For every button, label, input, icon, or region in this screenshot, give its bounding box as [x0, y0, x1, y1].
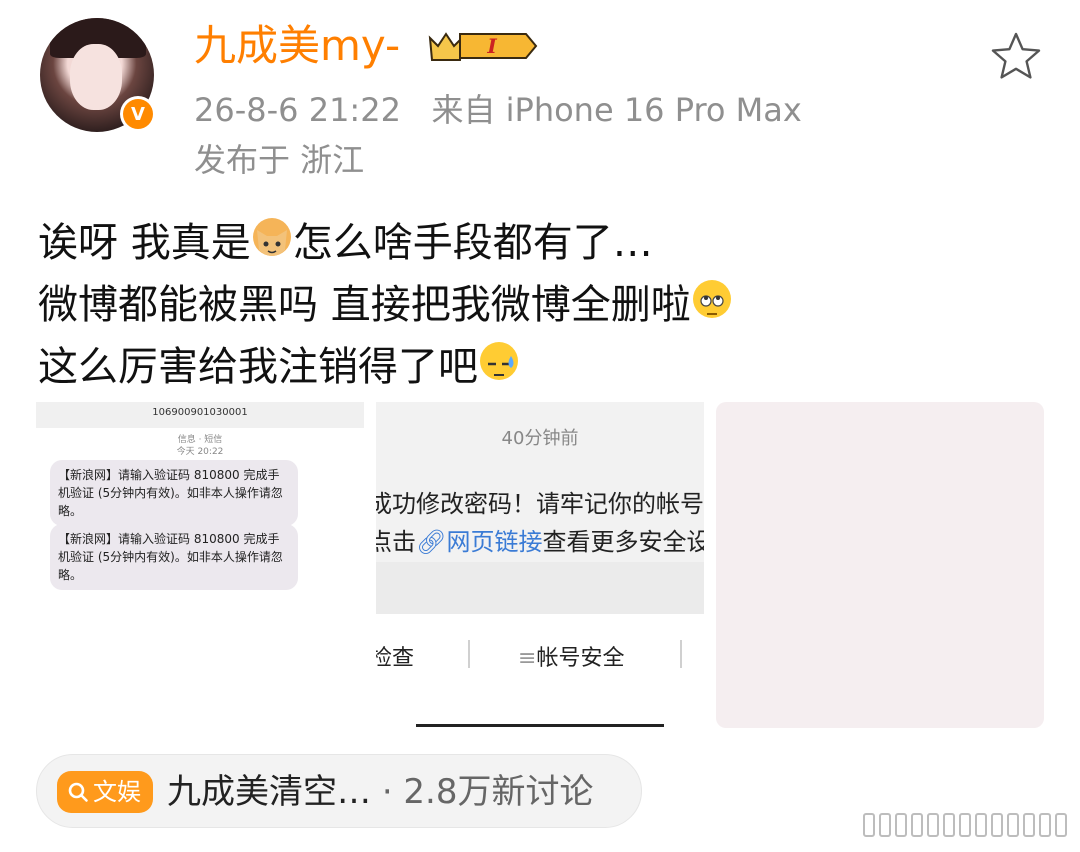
notice-link-label: 网页链接: [446, 528, 543, 556]
sms-sender: 106900901030001: [36, 402, 364, 428]
topic-pill[interactable]: 文娱 九成美清空… · 2.8万新讨论: [36, 754, 642, 828]
post-meta: 26-8-6 21:22 来自 iPhone 16 Pro Max: [194, 88, 802, 132]
notice-time: 40分钟前: [501, 428, 579, 449]
topic-count: · 2.8万新讨论: [381, 772, 594, 812]
topic-tag-label: 文娱: [93, 778, 141, 806]
notice-line-2-prefix: 点击: [376, 528, 416, 556]
image-notice-screenshot[interactable]: 40分钟前 成功修改密码！请牢记你的帐号 点击🔗︎网页链接查看更多安全设 检查 …: [376, 402, 704, 728]
post-line-1: 诶呀 我真是 怎么啥手段都有了…: [38, 212, 733, 274]
source-prefix: 来自: [431, 91, 496, 129]
notice-link: 🔗︎网页链接: [416, 528, 542, 556]
post-text: 诶呀 我真是 怎么啥手段都有了… 微博都能被黑吗 直接把我微博全删啦 这么厉害给我…: [38, 212, 733, 398]
search-icon: [68, 782, 88, 802]
sweat-emoji-icon: [480, 342, 518, 380]
image-sms-screenshot[interactable]: 106900901030001 信息 · 短信 今天 20:22 【新浪网】请输…: [36, 402, 364, 728]
watermark-bars: [863, 813, 1067, 837]
notice-button-security-label: 帐号安全: [536, 646, 625, 671]
image-blank[interactable]: [716, 402, 1044, 728]
notice-button-security: ≡帐号安全: [518, 646, 625, 671]
sms-meta-time: 今天 20:22: [176, 447, 224, 457]
post-line-3: 这么厉害给我注销得了吧: [38, 336, 733, 398]
post-line-2: 微博都能被黑吗 直接把我微博全删啦: [38, 274, 733, 336]
topic-text: 九成美清空…: [167, 772, 371, 812]
eye-roll-emoji-icon: [692, 280, 731, 318]
favorite-star-icon[interactable]: [990, 30, 1042, 82]
sms-bubble-2: 【新浪网】请输入验证码 810800 完成手机验证 (5分钟内有效)。如非本人操…: [50, 524, 298, 590]
home-indicator: [416, 724, 664, 727]
cat-emoji-icon: [252, 218, 291, 256]
post-line-2-text: 微博都能被黑吗 直接把我微博全删啦: [38, 282, 691, 328]
verified-icon: V: [120, 96, 156, 132]
notice-line-2: 点击🔗︎网页链接查看更多安全设: [376, 522, 704, 557]
post-line-1b: 怎么啥手段都有了…: [292, 220, 653, 266]
post-location: 发布于 浙江: [194, 141, 365, 179]
crown-badge-icon[interactable]: I: [426, 28, 538, 64]
post-line-3-text: 这么厉害给我注销得了吧: [38, 344, 478, 390]
post-time: 26-8-6 21:22: [194, 91, 401, 129]
username[interactable]: 九成美my-: [194, 18, 400, 74]
link-icon: 🔗︎: [416, 528, 447, 556]
topic-tag: 文娱: [57, 771, 153, 813]
sms-bubble-1: 【新浪网】请输入验证码 810800 完成手机验证 (5分钟内有效)。如非本人操…: [50, 460, 298, 526]
notice-button-check: 检查: [376, 646, 415, 671]
notice-line-1: 成功修改密码！请牢记你的帐号: [376, 490, 704, 518]
level-badge-text: I: [486, 34, 497, 58]
topic-title: 九成美清空… · 2.8万新讨论: [167, 769, 594, 815]
post-source: iPhone 16 Pro Max: [505, 91, 802, 129]
notice-line-2-suffix: 查看更多安全设: [542, 528, 704, 556]
post-line-1a: 诶呀 我真是: [38, 220, 251, 266]
